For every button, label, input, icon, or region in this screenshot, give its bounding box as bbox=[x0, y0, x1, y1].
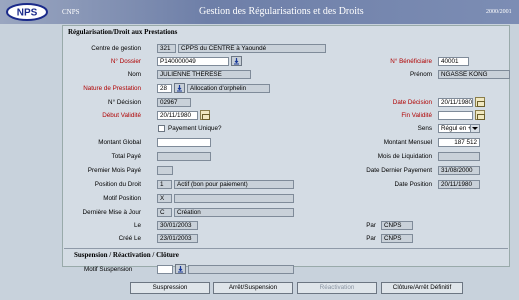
date-decision-field[interactable]: 20/11/1980 bbox=[438, 98, 473, 107]
label-date-position: Date Position bbox=[394, 181, 432, 188]
premier-mois-field[interactable] bbox=[157, 166, 173, 175]
debut-field[interactable]: 20/11/1980 bbox=[157, 111, 198, 120]
section-title-main: Régularisation/Droit aux Prestations bbox=[68, 28, 178, 36]
dossier-search-button[interactable] bbox=[231, 56, 242, 66]
search-icon bbox=[234, 58, 239, 65]
label-debut: Début Validité bbox=[102, 112, 141, 119]
search-icon bbox=[178, 266, 183, 273]
montant-mensuel-field[interactable]: 187 512 bbox=[438, 138, 480, 147]
label-premier-mois: Premier Mois Payé bbox=[87, 167, 141, 174]
par-2-field[interactable]: CNPS bbox=[381, 234, 413, 243]
position-code-field[interactable]: 1 bbox=[157, 180, 172, 189]
suspression-button[interactable]: Suspression bbox=[130, 282, 210, 294]
centre-code-field[interactable]: 321 bbox=[157, 44, 176, 53]
year-label: 2000/2001 bbox=[486, 9, 512, 15]
calendar-icon[interactable] bbox=[200, 110, 210, 120]
motif-suspension-name-field[interactable] bbox=[188, 265, 294, 274]
reactivation-button[interactable]: Réactivation bbox=[297, 282, 377, 294]
section-title-suspension: Suspension / Réactivation / Clôture bbox=[74, 251, 179, 259]
app-name: CNPS bbox=[62, 8, 80, 16]
label-date-decision: Date Décision bbox=[392, 99, 432, 106]
fin-field[interactable] bbox=[438, 111, 473, 120]
date-dernier-field[interactable]: 31/08/2000 bbox=[438, 166, 480, 175]
label-montant-global: Montant Global bbox=[98, 139, 141, 146]
search-icon bbox=[177, 85, 182, 92]
prenom-field[interactable]: NGASSE KONG bbox=[438, 70, 510, 79]
label-date-dernier: Date Dernier Payement bbox=[366, 167, 432, 174]
date-position-field[interactable]: 20/11/1980 bbox=[438, 180, 480, 189]
label-total-paye: Total Payé bbox=[111, 153, 141, 160]
le-field[interactable]: 30/01/2003 bbox=[157, 221, 198, 230]
label-decision: N° Décision bbox=[108, 99, 141, 106]
label-montant-mensuel: Montant Mensuel bbox=[383, 139, 432, 146]
total-paye-field[interactable] bbox=[157, 152, 211, 161]
label-le: Le bbox=[133, 222, 141, 229]
label-par-2: Par bbox=[366, 235, 376, 242]
calendar-icon[interactable] bbox=[475, 97, 485, 107]
par-1-field[interactable]: CNPS bbox=[381, 221, 413, 230]
sens-value: Régul en + bbox=[441, 125, 472, 132]
arret-suspension-button[interactable]: Arrêt/Suspension bbox=[213, 282, 293, 294]
cnps-logo: NPS bbox=[6, 3, 48, 21]
nature-search-button[interactable] bbox=[174, 83, 185, 93]
window-title: Gestion des Régularisations et des Droit… bbox=[199, 6, 364, 17]
label-paiement-unique: Payement Unique? bbox=[168, 125, 222, 132]
paiement-unique-checkbox[interactable] bbox=[158, 125, 165, 132]
sens-select[interactable]: Régul en + bbox=[438, 124, 480, 133]
label-motif-suspension: Motif Suspension bbox=[84, 266, 133, 273]
calendar-icon[interactable] bbox=[475, 110, 485, 120]
label-motif-position: Motif Position bbox=[103, 195, 141, 202]
label-position-droit: Position du Droit bbox=[94, 181, 141, 188]
logo-text: NPS bbox=[17, 8, 38, 19]
centre-name-field[interactable]: CPPS du CENTRE à Yaoundé bbox=[178, 44, 326, 53]
label-par-1: Par bbox=[366, 222, 376, 229]
montant-global-field[interactable] bbox=[157, 138, 211, 147]
label-centre: Centre de gestion bbox=[91, 45, 141, 52]
label-mois-liquidation: Mois de Liquidation bbox=[377, 153, 432, 160]
title-bar: NPS CNPS Gestion des Régularisations et … bbox=[0, 0, 519, 24]
label-fin: Fin Validité bbox=[401, 112, 432, 119]
motif-name-field[interactable] bbox=[174, 194, 294, 203]
label-derniere-maj: Dernière Mise à Jour bbox=[82, 209, 141, 216]
decision-field[interactable]: 02967 bbox=[157, 98, 191, 107]
nom-field[interactable]: JULIENNE THERESE bbox=[157, 70, 251, 79]
maj-code-field[interactable]: C bbox=[157, 208, 172, 217]
label-sens: Sens bbox=[417, 125, 432, 132]
motif-code-field[interactable]: X bbox=[157, 194, 172, 203]
cree-le-field[interactable]: 23/01/2003 bbox=[157, 234, 198, 243]
maj-name-field[interactable]: Création bbox=[174, 208, 294, 217]
label-nom: Nom bbox=[127, 71, 141, 78]
chevron-down-icon bbox=[470, 125, 479, 132]
section-divider bbox=[64, 248, 508, 249]
nature-code-field[interactable]: 28 bbox=[157, 84, 172, 93]
motif-suspension-search-button[interactable] bbox=[175, 264, 186, 274]
cloture-button[interactable]: Clôture/Arrêt Définitif bbox=[381, 282, 463, 294]
dossier-field[interactable]: P140000049 bbox=[157, 57, 229, 66]
beneficiaire-field[interactable]: 40001 bbox=[438, 57, 469, 66]
label-dossier: N° Dossier bbox=[110, 58, 141, 65]
label-nature: Nature de Prestation bbox=[83, 85, 141, 92]
motif-suspension-code-field[interactable] bbox=[157, 265, 173, 274]
label-beneficiaire: N° Bénéficiaire bbox=[390, 58, 432, 65]
label-prenom: Prénom bbox=[409, 71, 432, 78]
mois-liquidation-field[interactable] bbox=[438, 152, 480, 161]
position-name-field[interactable]: Actif (bon pour paiement) bbox=[174, 180, 294, 189]
nature-name-field[interactable]: Allocation d'orphelin bbox=[187, 84, 270, 93]
label-cree-le: Créé Le bbox=[118, 235, 141, 242]
